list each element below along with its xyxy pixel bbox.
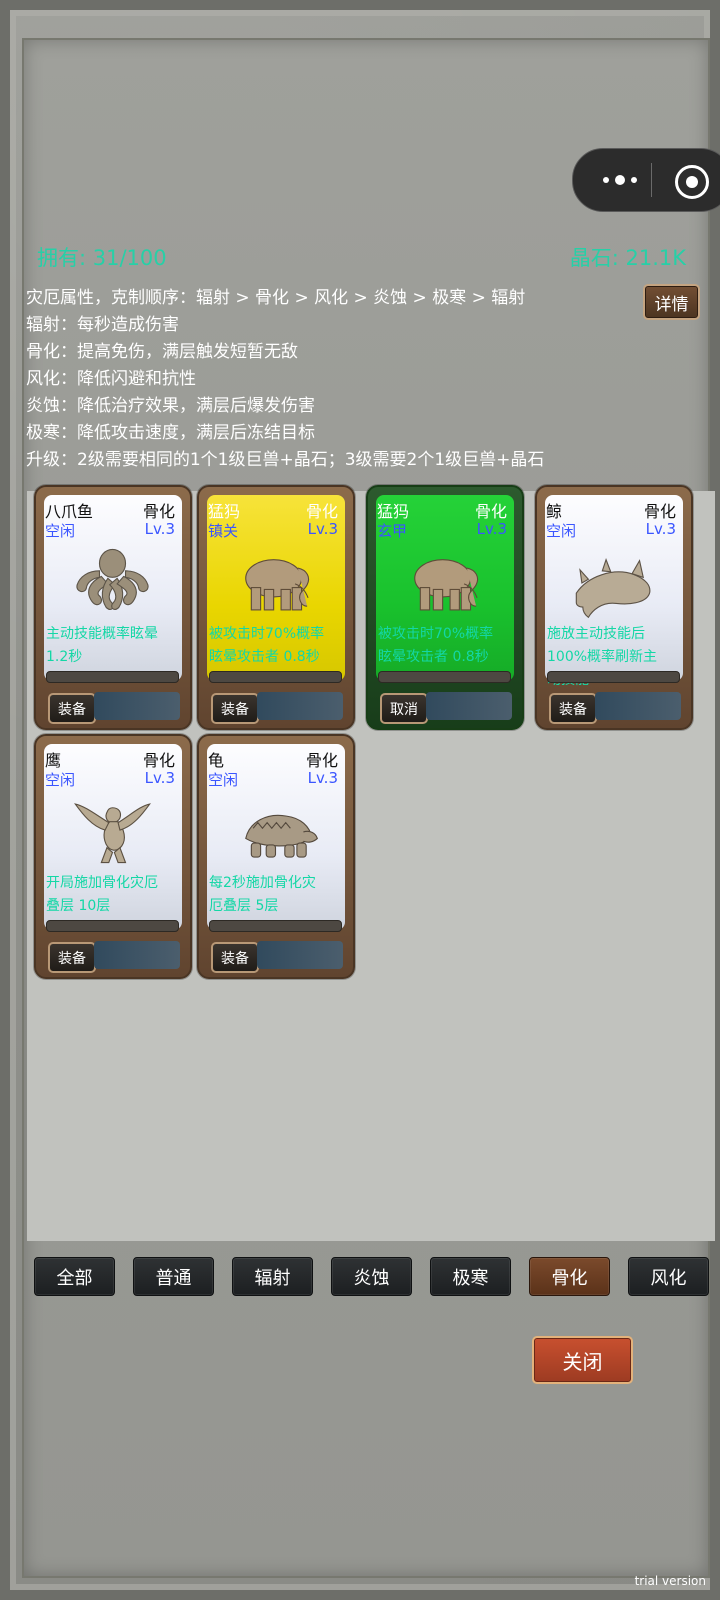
description-line: 施放主动技能后 <box>547 626 645 642</box>
tab-frost[interactable]: 极寒 <box>430 1257 511 1296</box>
beast-level: Lv.3 <box>144 769 175 787</box>
mini-program-capsule[interactable] <box>572 148 720 212</box>
tab-bone[interactable]: 骨化 <box>529 1257 610 1296</box>
octopus-icon <box>76 548 149 610</box>
description-line: 每2秒施加骨化灾 <box>209 875 316 891</box>
description-line: 厄叠层 5层 <box>209 898 279 914</box>
card-footer <box>257 692 343 720</box>
capsule-divider <box>651 163 652 197</box>
beast-description: 被攻击时70%概率 眩晕攻击者 0.8秒 <box>378 623 512 669</box>
mammoth-icon <box>414 559 479 611</box>
beast-status: 镇关 <box>208 522 239 540</box>
beast-name: 八爪鱼 <box>45 502 94 521</box>
beast-description: 被攻击时70%概率 眩晕攻击者 0.8秒 <box>209 623 343 669</box>
card-progress-bar <box>547 671 680 683</box>
info-line: 骨化：提高免伤，满层触发短暂无敌 <box>26 342 298 362</box>
info-line: 极寒：降低攻击速度，满层后冻结目标 <box>26 423 315 443</box>
description-line: 100%概率刷新主 <box>547 649 658 665</box>
tab-radiation[interactable]: 辐射 <box>232 1257 313 1296</box>
beast-name: 猛犸 <box>208 502 241 521</box>
tab-weathering[interactable]: 风化 <box>628 1257 709 1296</box>
tab-normal[interactable]: 普通 <box>133 1257 214 1296</box>
card-progress-bar <box>209 671 342 683</box>
card-progress-bar <box>46 671 179 683</box>
beast-level: Lv.3 <box>144 520 175 538</box>
close-button[interactable]: 关闭 <box>532 1336 633 1384</box>
owned-count: 拥有: 31/100 <box>37 246 167 270</box>
card-progress-bar <box>46 920 179 932</box>
info-line: 炎蚀：降低治疗效果，满层后爆发伤害 <box>26 396 315 416</box>
beast-card[interactable]: 猛犸 骨化 镇关 Lv.3 被攻击时70%概率 眩晕攻击者 0.8秒 装备 <box>197 485 355 730</box>
beast-status: 空闲 <box>45 522 76 540</box>
beast-name: 鲸 <box>546 502 563 521</box>
description-line: 主动技能概率眩晕 <box>46 626 158 642</box>
beast-name: 猛犸 <box>377 502 410 521</box>
watermark-text: trial version <box>634 1574 706 1588</box>
detail-button[interactable]: 详情 <box>643 284 700 320</box>
beast-description: 每2秒施加骨化灾 厄叠层 5层 <box>209 872 343 918</box>
equip-button[interactable]: 装备 <box>211 693 259 724</box>
beast-description: 开局施加骨化灾厄 叠层 10层 <box>46 872 180 918</box>
beast-level: Lv.3 <box>307 769 338 787</box>
tab-corrosion[interactable]: 炎蚀 <box>331 1257 412 1296</box>
info-line: 风化：降低闪避和抗性 <box>26 369 196 389</box>
equip-button[interactable]: 装备 <box>48 942 96 973</box>
beast-card[interactable]: 鹰 骨化 空闲 Lv.3 开局施加骨化灾厄 叠层 10层 装备 <box>34 734 192 979</box>
mammoth-icon <box>245 559 310 611</box>
beast-level: Lv.3 <box>476 520 507 538</box>
beast-status: 空闲 <box>208 771 239 789</box>
description-line: 眩晕攻击者 0.8秒 <box>378 649 489 665</box>
description-line: 眩晕攻击者 0.8秒 <box>209 649 320 665</box>
card-footer <box>257 941 343 969</box>
beast-name: 龟 <box>208 751 225 770</box>
beast-name: 鹰 <box>45 751 62 770</box>
beast-type: 骨化 <box>142 502 175 521</box>
equip-button[interactable]: 装备 <box>549 693 597 724</box>
more-options-button[interactable] <box>591 149 649 211</box>
beast-card[interactable]: 鲸 骨化 空闲 Lv.3 施放主动技能后 100%概率刷新主 动技能 装备 <box>535 485 693 730</box>
beast-type: 骨化 <box>305 502 338 521</box>
exit-target-icon[interactable] <box>675 165 709 199</box>
card-progress-bar <box>209 920 342 932</box>
filter-tabs: 全部 普通 辐射 炎蚀 极寒 骨化 风化 <box>34 1257 709 1296</box>
beast-description: 主动技能概率眩晕 1.2秒 <box>46 623 180 669</box>
gem-count: 晶石: 21.1K <box>569 246 686 270</box>
beast-type: 骨化 <box>643 502 676 521</box>
beast-card[interactable]: 龟 骨化 空闲 Lv.3 每2秒施加骨化灾 厄叠层 5层 装备 <box>197 734 355 979</box>
info-line: 灾厄属性，克制顺序：辐射 > 骨化 > 风化 > 炎蚀 > 极寒 > 辐射 <box>26 288 526 308</box>
cancel-button[interactable]: 取消 <box>380 693 428 724</box>
beast-status: 空闲 <box>45 771 76 789</box>
tab-all[interactable]: 全部 <box>34 1257 115 1296</box>
description-line: 1.2秒 <box>46 649 83 665</box>
description-line: 被攻击时70%概率 <box>378 626 494 642</box>
info-panel: 灾厄属性，克制顺序：辐射 > 骨化 > 风化 > 炎蚀 > 极寒 > 辐射 辐射… <box>26 285 626 474</box>
equip-button[interactable]: 装备 <box>211 942 259 973</box>
card-progress-bar <box>378 671 511 683</box>
beast-type: 骨化 <box>142 751 175 770</box>
game-window-frame: 拥有: 31/100 晶石: 21.1K 灾厄属性，克制顺序：辐射 > 骨化 >… <box>0 0 720 1600</box>
beast-card[interactable]: 猛犸 骨化 玄甲 Lv.3 被攻击时70%概率 眩晕攻击者 0.8秒 取消 <box>366 485 524 730</box>
beast-status: 空闲 <box>546 522 577 540</box>
description-line: 开局施加骨化灾厄 <box>46 875 158 891</box>
card-footer <box>426 692 512 720</box>
info-line: 辐射：每秒造成伤害 <box>26 315 179 335</box>
beast-type: 骨化 <box>305 751 338 770</box>
whale-icon <box>575 558 651 619</box>
beast-card[interactable]: 八爪鱼 骨化 空闲 Lv.3 主动技能概率眩晕 1.2秒 装备 <box>34 485 192 730</box>
card-footer <box>595 692 681 720</box>
beast-level: Lv.3 <box>645 520 676 538</box>
card-footer <box>94 941 180 969</box>
card-footer <box>94 692 180 720</box>
beast-status: 玄甲 <box>377 522 408 540</box>
info-line: 升级：2级需要相同的1个1级巨兽+晶石；3级需要2个1级巨兽+晶石 <box>26 450 545 470</box>
description-line: 被攻击时70%概率 <box>209 626 325 642</box>
description-line: 叠层 10层 <box>46 898 111 914</box>
eagle-icon <box>74 803 151 864</box>
beast-type: 骨化 <box>474 502 507 521</box>
turtle-icon <box>245 814 318 858</box>
equip-button[interactable]: 装备 <box>48 693 96 724</box>
beast-level: Lv.3 <box>307 520 338 538</box>
